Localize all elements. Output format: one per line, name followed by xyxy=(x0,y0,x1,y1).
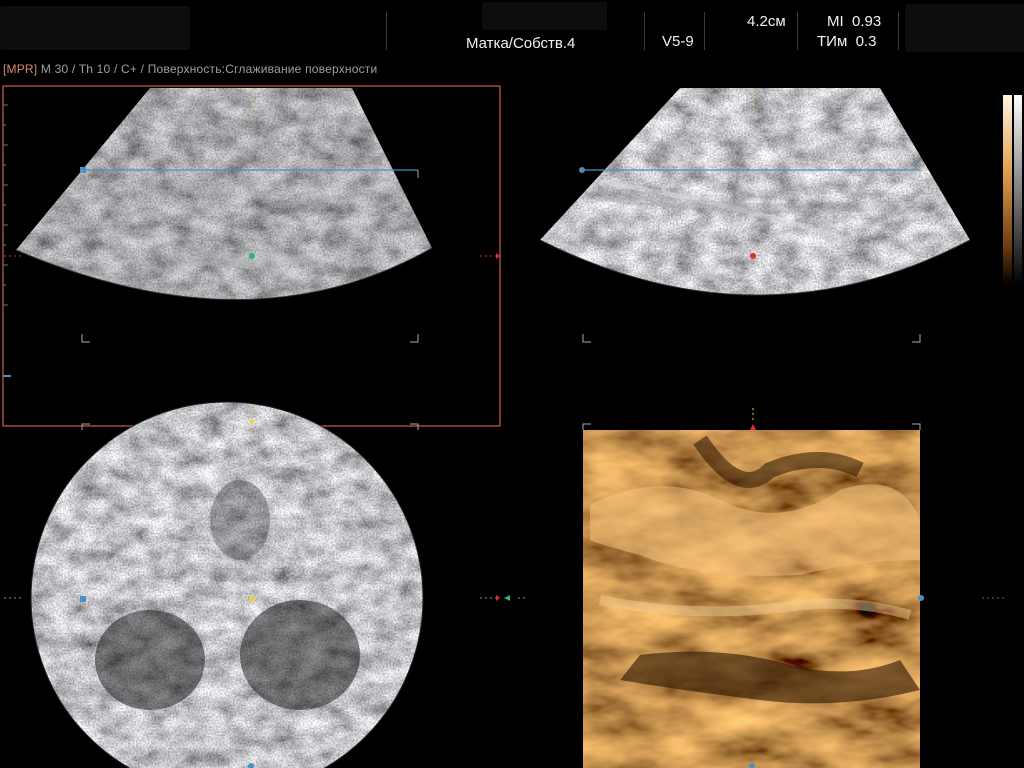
pane-plane-b[interactable] xyxy=(530,86,1022,346)
pane-plane-a[interactable] xyxy=(0,85,501,427)
cursor-handle[interactable] xyxy=(80,596,86,602)
gray-map-bar xyxy=(1014,95,1022,285)
ultrasound-image-a xyxy=(16,88,432,300)
cursor-handle[interactable] xyxy=(918,595,924,601)
ultrasound-image-b xyxy=(540,88,970,295)
ultrasound-image-c xyxy=(31,402,423,768)
marker-dot[interactable] xyxy=(249,596,255,602)
viewport-canvas xyxy=(0,85,1022,768)
cursor-handle[interactable] xyxy=(80,167,86,173)
volume-render-image xyxy=(583,430,920,768)
color-map-bar xyxy=(1003,95,1012,285)
pane-plane-c[interactable] xyxy=(4,400,526,768)
cursor-handle[interactable] xyxy=(579,167,585,173)
marker-dot[interactable] xyxy=(249,253,255,259)
marker-dot[interactable] xyxy=(750,253,756,259)
